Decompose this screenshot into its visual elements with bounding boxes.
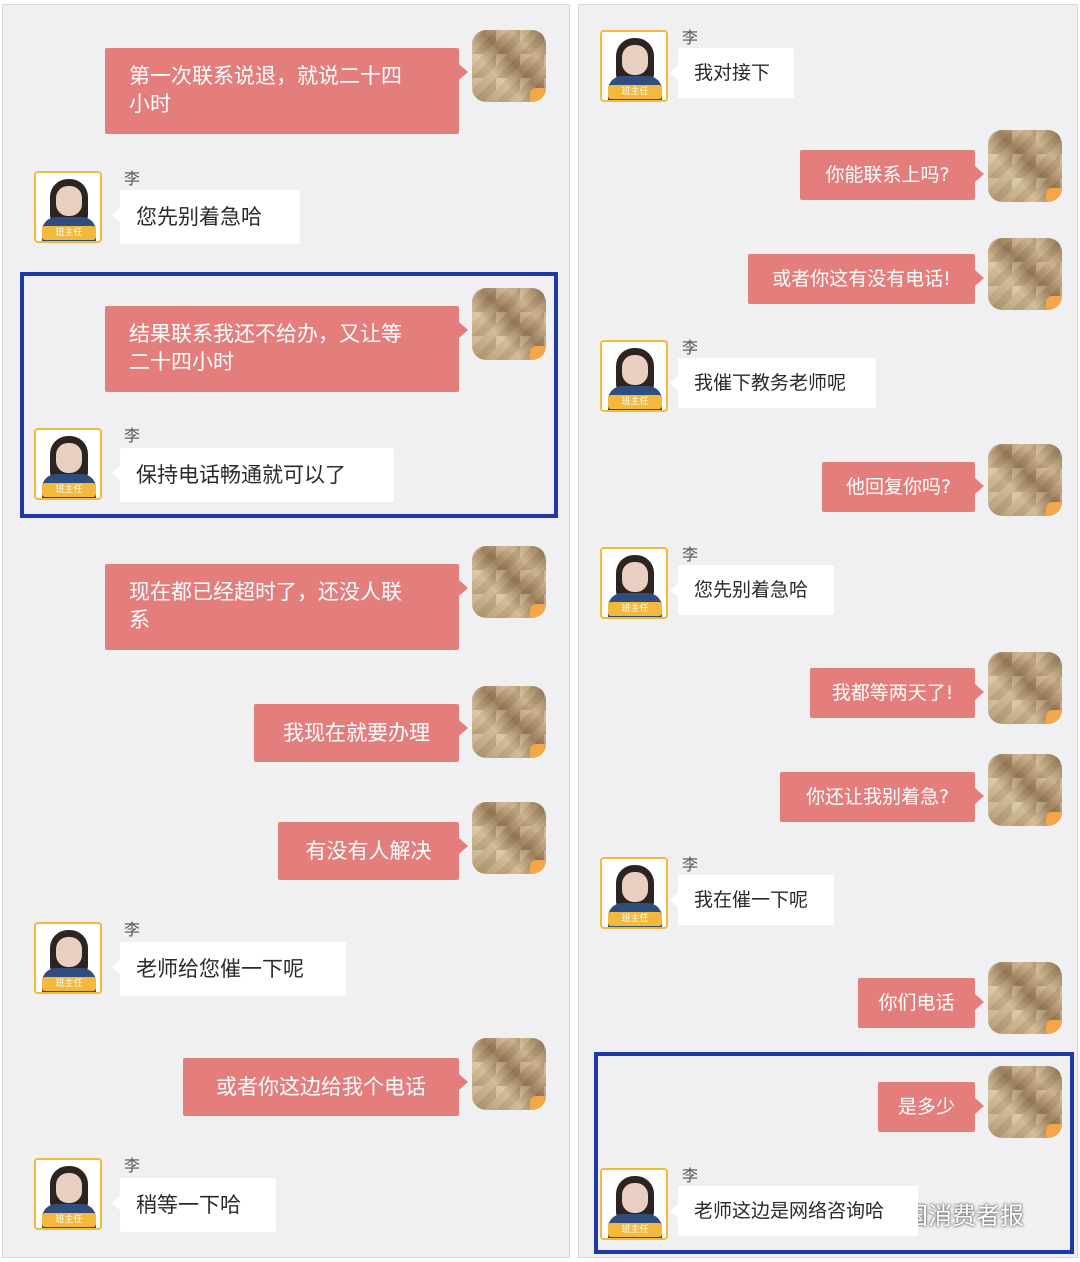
message-text: 第一次联系说退，就说二十四 小时 (129, 64, 402, 116)
user-avatar (472, 1038, 546, 1110)
agent-avatar: 班主任 (34, 171, 102, 243)
agent-badge: 班主任 (608, 912, 662, 926)
agent-avatar: 班主任 (600, 857, 668, 929)
user-message-bubble: 他回复你吗? (822, 462, 984, 512)
agent-avatar: 班主任 (600, 547, 668, 619)
agent-badge: 班主任 (608, 1223, 662, 1237)
user-message-bubble: 我都等两天了! (810, 668, 984, 718)
user-avatar (472, 288, 546, 360)
agent-message-bubble: 老师这边是网络咨询哈 (670, 1186, 918, 1236)
message-text: 现在都已经超时了，还没人联 系 (129, 580, 402, 632)
message-text: 或者你这边给我个电话 (216, 1075, 426, 1099)
agent-badge: 班主任 (608, 85, 662, 99)
agent-message-bubble: 我在催一下呢 (670, 875, 834, 925)
user-message-bubble: 是多少 (878, 1082, 984, 1132)
message-text: 你们电话 (878, 992, 955, 1014)
message-text: 我都等两天了! (831, 682, 954, 704)
agent-avatar: 班主任 (600, 30, 668, 102)
agent-badge: 班主任 (608, 395, 662, 409)
user-avatar (988, 130, 1062, 202)
message-text: 保持电话畅通就可以了 (136, 463, 346, 487)
user-avatar (472, 30, 546, 102)
agent-avatar: 班主任 (34, 922, 102, 994)
agent-avatar: 班主任 (34, 428, 102, 500)
message-text: 结果联系我还不给办，又让等 二十四小时 (129, 322, 402, 374)
agent-message-bubble: 您先别着急哈 (670, 565, 834, 615)
message-text: 我催下教务老师呢 (694, 372, 847, 394)
user-avatar (472, 802, 546, 874)
message-text: 他回复你吗? (845, 476, 952, 498)
agent-badge: 班主任 (42, 1213, 96, 1227)
agent-avatar: 班主任 (34, 1158, 102, 1230)
user-avatar (988, 962, 1062, 1034)
user-message-bubble: 现在都已经超时了，还没人联 系 (105, 564, 468, 650)
agent-message-bubble: 老师给您催一下呢 (112, 942, 346, 996)
message-text: 你能联系上吗? (825, 164, 950, 186)
agent-message-bubble: 保持电话畅通就可以了 (112, 448, 394, 502)
user-message-bubble: 或者你这有没有电话! (748, 254, 984, 304)
agent-badge: 班主任 (42, 977, 96, 991)
message-text: 您先别着急哈 (136, 205, 262, 229)
user-message-bubble: 你们电话 (858, 978, 984, 1028)
message-text: 老师给您催一下呢 (136, 957, 304, 981)
user-message-bubble: 或者你这边给我个电话 (183, 1058, 468, 1116)
user-message-bubble: 有没有人解决 (278, 822, 468, 880)
agent-message-bubble: 您先别着急哈 (112, 190, 300, 244)
user-message-bubble: 结果联系我还不给办，又让等 二十四小时 (105, 306, 468, 392)
agent-avatar: 班主任 (600, 1168, 668, 1240)
agent-avatar: 班主任 (600, 340, 668, 412)
user-avatar (988, 652, 1062, 724)
message-text: 您先别着急哈 (694, 579, 809, 601)
message-text: 我现在就要办理 (283, 721, 430, 745)
agent-message-bubble: 我对接下 (670, 48, 794, 98)
user-avatar (472, 546, 546, 618)
user-avatar (988, 444, 1062, 516)
user-avatar (472, 686, 546, 758)
message-text: 你还让我别着急? (805, 786, 950, 808)
agent-badge: 班主任 (608, 602, 662, 616)
message-text: 老师这边是网络咨询哈 (694, 1200, 885, 1222)
user-message-bubble: 第一次联系说退，就说二十四 小时 (105, 48, 468, 134)
message-text: 稍等一下哈 (136, 1193, 241, 1217)
message-text: 有没有人解决 (305, 839, 432, 863)
user-message-bubble: 我现在就要办理 (254, 704, 468, 762)
agent-message-bubble: 我催下教务老师呢 (670, 358, 876, 408)
user-avatar (988, 1066, 1062, 1138)
message-text: 我对接下 (694, 62, 771, 84)
message-text: 我在催一下呢 (694, 889, 809, 911)
user-avatar (988, 754, 1062, 826)
user-avatar (988, 238, 1062, 310)
user-message-bubble: 你能联系上吗? (800, 150, 984, 200)
agent-message-bubble: 稍等一下哈 (112, 1178, 276, 1232)
user-message-bubble: 你还让我别着急? (780, 772, 984, 822)
message-text: 是多少 (897, 1096, 955, 1118)
agent-badge: 班主任 (42, 483, 96, 497)
agent-badge: 班主任 (42, 226, 96, 240)
message-text: 或者你这有没有电话! (772, 268, 951, 290)
